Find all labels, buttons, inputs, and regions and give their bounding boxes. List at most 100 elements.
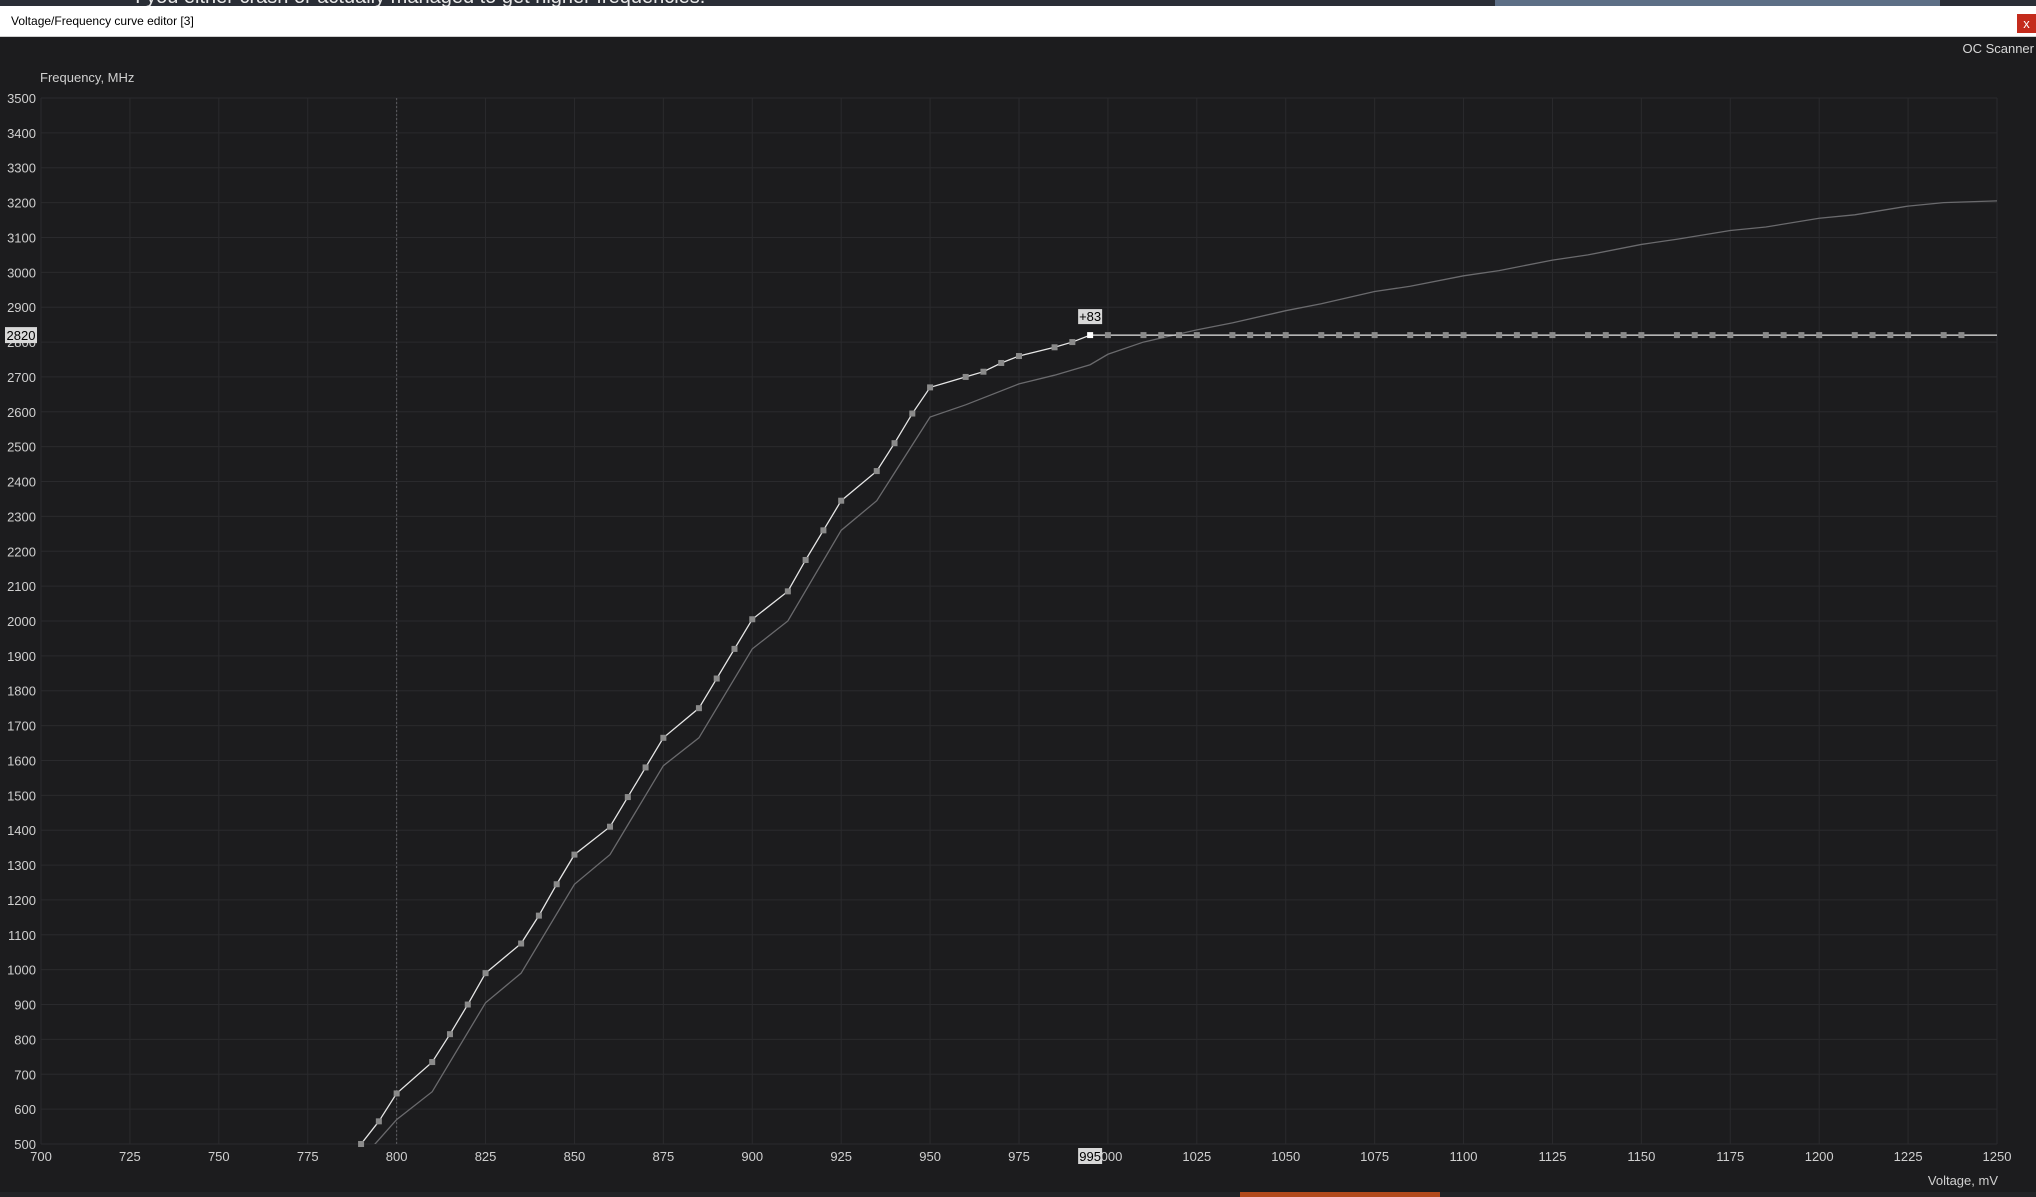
curve-point [1549,332,1556,339]
title-bar: Voltage/Frequency curve editor [3] x [0,6,2036,37]
curve-point [838,497,845,504]
curve-point [1496,332,1503,339]
y-tick-label: 2200 [7,544,36,559]
curve-point [749,616,756,623]
curve-point [873,468,880,475]
curve-point [1264,332,1271,339]
curve-point [1407,332,1414,339]
x-tick-label: 925 [830,1149,852,1164]
y-tick-label: 1700 [7,719,36,734]
curve-point [358,1141,365,1147]
curve-point [695,705,702,712]
y-tick-label: 1600 [7,753,36,768]
curve-point [553,881,560,888]
curve-point [571,851,578,858]
curve-point [1336,332,1343,339]
curve-point [1247,332,1254,339]
curve-point [1176,332,1183,339]
edited-curve-line [360,334,1997,1144]
curve-point [713,675,720,682]
y-tick-label: 2300 [7,509,36,524]
curve-point [1282,332,1289,339]
curve-point [518,940,525,947]
curve-point [980,368,987,375]
curve-point [1620,332,1627,339]
y-tick-label: 3300 [7,161,36,176]
x-tick-label: 1150 [1627,1149,1655,1164]
background-submit-button [1240,1192,1440,1197]
x-tick-label: 1200 [1805,1149,1834,1164]
curve-point [1229,332,1236,339]
x-tick-label: 1125 [1538,1149,1566,1164]
curve-point [909,410,916,417]
x-tick-label: 1175 [1716,1149,1744,1164]
curve-point [446,1031,453,1038]
curve-point [1602,332,1609,339]
y-tick-label: 1000 [7,963,36,978]
curve-point [1585,332,1592,339]
curve-point [1158,332,1165,339]
curve-point [1140,332,1147,339]
close-button[interactable]: x [2017,14,2036,33]
curve-point [1069,339,1076,346]
y-tick-label: 2000 [7,614,36,629]
curve-point [607,823,614,830]
x-tick-label: 975 [1008,1149,1030,1164]
curve-point [891,440,898,447]
curve-point [1016,353,1022,360]
curve-point [642,764,649,771]
offset-label: +83 [1079,309,1101,324]
y-tick-label: 1200 [7,893,36,908]
vf-curve-chart[interactable]: 700 725 750 775 800 825 850 875 900 925 950 975 1000… [0,37,2036,1192]
curve-point [535,912,542,919]
y-tick-label: 2900 [7,300,36,315]
curve-point [1727,332,1734,339]
curve-point [1371,332,1378,339]
x-tick-label: 900 [741,1149,763,1164]
y-tick-label: 2600 [7,405,36,420]
curve-point [1353,332,1360,339]
y-tick-label: 1500 [7,788,36,803]
curve-point [1424,332,1431,339]
curve-point [624,794,631,801]
x-tick-label: 850 [564,1149,586,1164]
y-tick-label: 3500 [7,91,36,106]
y-tick-label: 1400 [7,823,36,838]
curve-point [482,970,489,977]
curve-point [962,373,969,380]
y-tick-label: 3400 [7,126,36,141]
curve-point [1442,332,1449,339]
curve-point [1460,332,1467,339]
background-bottom-strip [0,1192,2036,1197]
curve-point [1051,344,1058,351]
x-tick-label: 875 [653,1149,675,1164]
curve-point [464,1001,471,1008]
x-tick-label: 950 [919,1149,941,1164]
window-title: Voltage/Frequency curve editor [3] [11,14,194,28]
y-tick-label: 900 [14,998,36,1013]
y-tick-label: 3100 [7,230,36,245]
curve-point [1104,332,1111,339]
curve-point [927,384,934,391]
curve-point [1816,332,1823,339]
curve-point [820,527,827,534]
curve-editor-window: OC Scanner Frequency, MHz Voltage, mV 70… [0,37,2036,1192]
selected-curve-point [1087,332,1094,339]
y-tick-label: 3200 [7,196,36,211]
x-tick-label: 1250 [1983,1149,2012,1164]
curve-point [1851,332,1858,339]
y-tick-label: 1100 [8,928,36,943]
default-curve-line [374,200,1997,1144]
curve-point [1709,332,1716,339]
curve-point [1638,332,1645,339]
curve-point [393,1090,400,1097]
x-tick-label: 1225 [1894,1149,1923,1164]
y-tick-label: 1900 [7,649,36,664]
curve-point [1958,332,1965,339]
y-tick-label: 2500 [7,440,36,455]
x-tick-label: 775 [297,1149,319,1164]
y-tick-label: 500 [14,1137,36,1152]
x-tick-label: 825 [475,1149,497,1164]
curve-point [1531,332,1538,339]
y-tick-label: 3000 [7,265,36,280]
